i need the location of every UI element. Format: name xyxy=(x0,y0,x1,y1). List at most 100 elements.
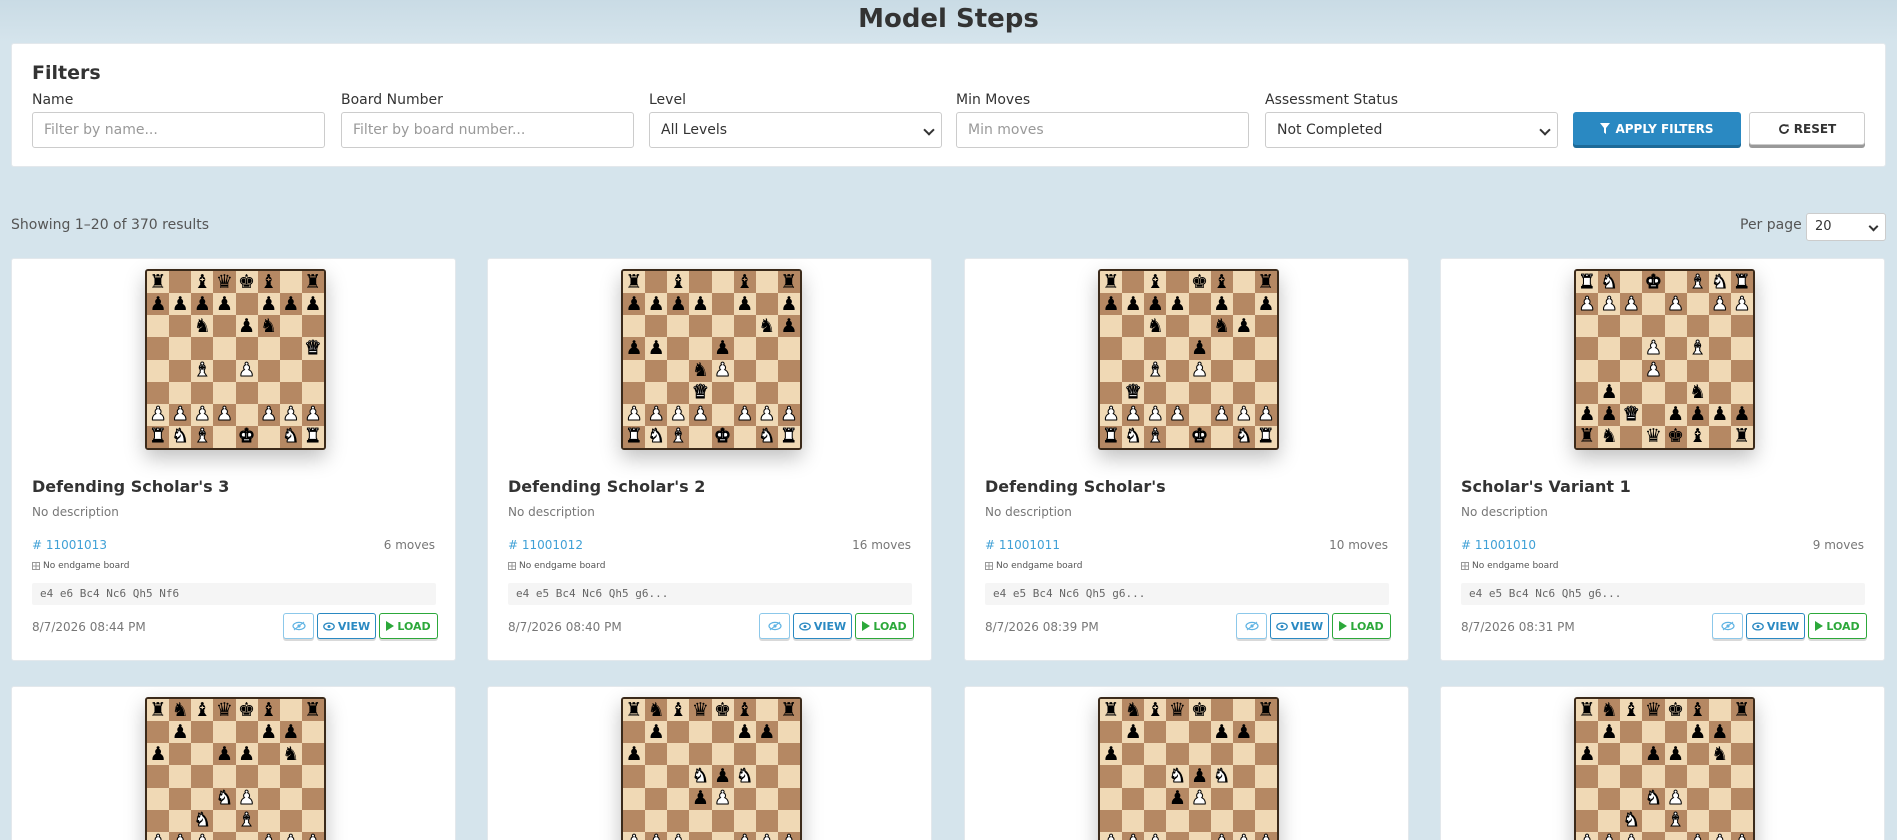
board-square: ♟ xyxy=(689,293,712,316)
view-button[interactable]: VIEW xyxy=(793,613,852,639)
name-input[interactable]: Filter by name... xyxy=(32,112,325,148)
load-button[interactable]: LOAD xyxy=(1332,613,1391,639)
preview-button[interactable] xyxy=(1236,613,1267,639)
board-square xyxy=(711,831,734,840)
board-square xyxy=(755,809,778,832)
board-number-link[interactable]: # 11001013 xyxy=(32,538,107,552)
assessment-status-select[interactable]: Not Completed xyxy=(1265,112,1558,148)
board-square xyxy=(1686,787,1709,810)
white-pawn-icon: ♟ xyxy=(647,403,665,426)
move-count: 10 moves xyxy=(1329,538,1388,552)
board-square: ♟ xyxy=(147,403,170,426)
white-knight-icon: ♞ xyxy=(1235,425,1253,448)
view-label: VIEW xyxy=(337,619,371,633)
white-pawn-icon: ♟ xyxy=(1213,832,1231,840)
board-number-link[interactable]: # 11001010 xyxy=(1461,538,1536,552)
board-number-link[interactable]: # 11001012 xyxy=(508,538,583,552)
board-square xyxy=(1144,381,1167,404)
board-square xyxy=(1664,315,1687,338)
board-square: ♞ xyxy=(169,699,192,722)
board-number-input[interactable]: Filter by board number... xyxy=(341,112,634,148)
board-square xyxy=(755,787,778,810)
board-square xyxy=(1210,743,1233,766)
move-count: 16 moves xyxy=(852,538,911,552)
black-pawn-icon: ♟ xyxy=(1102,742,1120,765)
board-square xyxy=(169,315,192,338)
white-pawn-icon: ♟ xyxy=(171,403,189,426)
chess-board: ♜ ♝ ♛ ♚ ♝ ♜ ♟ ♟ ♟ ♟ ♟ ♟ ♟ ♞ ♟ ♞ ♛ ♝ ♟ ♟ ♟ ♟ ♟ ♟ ♟ ♟ ♜ ♞ ♝ ♚ ♞ ♜ xyxy=(145,269,326,450)
black-rook-icon: ♜ xyxy=(625,270,643,293)
board-square: ♟ xyxy=(1686,403,1709,426)
black-bishop-icon: ♝ xyxy=(669,698,687,721)
black-pawn-icon: ♟ xyxy=(1124,720,1142,743)
board-square: ♚ xyxy=(235,271,258,294)
board-square: ♟ xyxy=(755,403,778,426)
board-square: ♜ xyxy=(623,270,646,294)
board-square: ♟ xyxy=(667,831,690,840)
white-pawn-icon: ♟ xyxy=(1578,832,1596,840)
board-square xyxy=(191,381,214,404)
eye-slash-icon xyxy=(767,621,782,631)
board-square xyxy=(1210,809,1233,832)
board-square xyxy=(1122,765,1145,788)
black-rook-icon: ♜ xyxy=(1733,698,1751,721)
preview-button[interactable] xyxy=(1712,613,1743,639)
white-rook-icon: ♜ xyxy=(304,425,322,448)
load-button[interactable]: LOAD xyxy=(1808,613,1867,639)
apply-filters-button[interactable]: APPLY FILTERS xyxy=(1573,112,1741,145)
level-select[interactable]: All Levels xyxy=(649,112,942,148)
board-square: ♟ xyxy=(1232,721,1255,744)
board-square: ♞ xyxy=(279,743,302,766)
board-square xyxy=(147,359,170,382)
white-knight-icon: ♞ xyxy=(193,809,211,832)
load-button[interactable]: LOAD xyxy=(855,613,914,639)
board-square xyxy=(1708,699,1731,722)
board-square xyxy=(755,337,778,360)
board-square xyxy=(777,721,800,744)
board-square: ♞ xyxy=(1708,743,1731,766)
white-pawn-icon: ♟ xyxy=(1191,787,1209,810)
per-page-select[interactable]: 20 xyxy=(1806,213,1886,241)
board-square xyxy=(623,721,646,744)
board-square: ♚ xyxy=(711,699,734,722)
board-square: ♚ xyxy=(235,699,258,722)
board-square xyxy=(1144,743,1167,766)
board-square xyxy=(1232,743,1255,766)
view-button[interactable]: VIEW xyxy=(1746,613,1805,639)
white-pawn-icon: ♟ xyxy=(1733,832,1751,840)
board-square: ♛ xyxy=(1620,403,1643,426)
load-button[interactable]: LOAD xyxy=(379,613,438,639)
reset-button[interactable]: RESET xyxy=(1749,112,1865,145)
white-pawn-icon: ♟ xyxy=(1191,359,1209,382)
white-knight-icon: ♞ xyxy=(1711,270,1729,293)
board-number-link[interactable]: # 11001011 xyxy=(985,538,1060,552)
chess-board: ♜ ♝ ♚ ♝ ♜ ♟ ♟ ♟ ♟ ♟ ♟ ♞ ♞ ♟ ♟ ♝ ♟ ♛ ♟ ♟ ♟ ♟ ♟ ♟ ♟ ♜ ♞ ♝ ♚ ♞ ♜ xyxy=(1098,269,1279,450)
board-square: ♟ xyxy=(623,293,646,316)
white-pawn-icon: ♟ xyxy=(193,832,211,840)
preview-button[interactable] xyxy=(759,613,790,639)
board-square xyxy=(733,425,756,448)
board-square xyxy=(1254,315,1277,338)
black-pawn-icon: ♟ xyxy=(304,292,322,315)
board-square xyxy=(1686,765,1709,788)
min-moves-input[interactable]: Min moves xyxy=(956,112,1249,148)
page-title: Model Steps xyxy=(858,4,1039,34)
white-pawn-icon: ♟ xyxy=(304,832,322,840)
white-pawn-icon: ♟ xyxy=(1102,403,1120,426)
board-square: ♟ xyxy=(1100,831,1123,840)
board-square: ♟ xyxy=(689,787,712,810)
view-label: VIEW xyxy=(1766,619,1800,633)
preview-button[interactable] xyxy=(283,613,314,639)
board-square: ♟ xyxy=(1708,721,1731,744)
view-button[interactable]: VIEW xyxy=(1270,613,1329,639)
board-square xyxy=(711,293,734,316)
board-square xyxy=(213,831,236,840)
board-square: ♝ xyxy=(1144,359,1167,382)
pgn-preview: e4 e5 Bc4 Nc6 Qh5 g6... xyxy=(985,583,1389,605)
chess-board: ♜♞♝♛♚♝♜♟♟♟♟♞♟♞♟♟♟♟♟♟♟♟♜♛♚♝♜ xyxy=(621,697,802,840)
board-square xyxy=(213,765,236,788)
white-king-icon: ♚ xyxy=(1191,425,1209,448)
board-square xyxy=(1620,381,1643,404)
view-button[interactable]: VIEW xyxy=(317,613,376,639)
board-square: ♟ xyxy=(1598,403,1621,426)
